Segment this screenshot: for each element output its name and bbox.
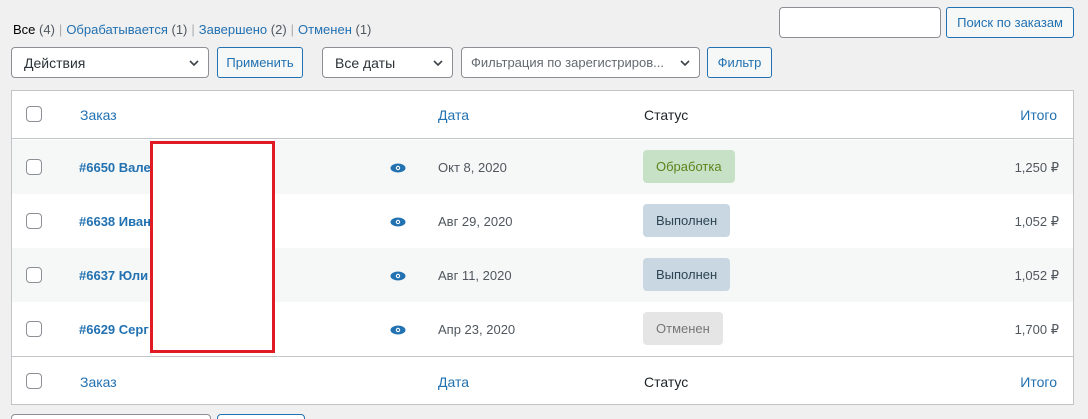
column-date[interactable]: Дата	[438, 374, 469, 390]
column-order[interactable]: Заказ	[80, 107, 117, 123]
status-badge: Выполнен	[643, 258, 731, 291]
status-badge: Обработка	[643, 150, 735, 183]
eye-icon[interactable]	[390, 270, 406, 282]
table-header: Заказ Дата Статус Итого	[12, 91, 1073, 139]
order-total: 1,700 ₽	[1014, 322, 1059, 337]
filter-processing-label: Обрабатывается	[66, 22, 168, 37]
select-all-checkbox[interactable]	[26, 373, 42, 389]
chevron-down-icon	[680, 60, 690, 67]
bulk-actions-value: Действия	[24, 54, 86, 71]
order-link[interactable]: #6650 Вале	[79, 160, 151, 175]
customer-filter-select[interactable]: Фильтрация по зарегистриров...	[461, 47, 700, 78]
order-link[interactable]: #6638 Иван	[79, 214, 151, 229]
filter-processing[interactable]: Обрабатывается (1)	[66, 22, 187, 37]
search-box: Поиск по заказам	[779, 7, 1074, 38]
redaction-box	[150, 141, 275, 353]
search-input[interactable]	[779, 7, 942, 38]
order-date: Окт 8, 2020	[438, 160, 507, 175]
search-orders-button[interactable]: Поиск по заказам	[946, 7, 1074, 38]
status-badge: Выполнен	[643, 204, 731, 237]
order-date: Авг 11, 2020	[438, 268, 512, 283]
column-status: Статус	[644, 107, 689, 123]
table-footer: Заказ Дата Статус Итого	[12, 356, 1073, 405]
filter-all-count: (4)	[39, 22, 55, 37]
column-date[interactable]: Дата	[438, 107, 469, 123]
eye-icon[interactable]	[390, 216, 406, 228]
filter-completed-label: Завершено	[198, 22, 268, 37]
filter-all-label: Все	[13, 22, 36, 37]
row-checkbox[interactable]	[26, 159, 42, 175]
order-link[interactable]: #6629 Серг	[79, 322, 149, 337]
row-checkbox[interactable]	[26, 267, 42, 283]
order-total: 1,052 ₽	[1014, 214, 1059, 229]
row-checkbox[interactable]	[26, 213, 42, 229]
column-status: Статус	[644, 374, 689, 390]
status-filter-links: Все (4) | Обрабатывается (1) | Завершено (2)…	[13, 22, 371, 37]
column-total[interactable]: Итого	[1020, 374, 1057, 390]
dates-select[interactable]: Все даты	[322, 47, 453, 78]
eye-icon[interactable]	[390, 162, 406, 174]
filter-button[interactable]: Фильтр	[707, 47, 772, 78]
filter-cancelled-count: (1)	[355, 22, 372, 37]
order-link[interactable]: #6637 Юли	[79, 268, 148, 283]
dates-value: Все даты	[335, 54, 396, 71]
order-date: Апр 23, 2020	[438, 322, 516, 337]
bulk-actions-select-bottom[interactable]	[11, 414, 211, 419]
chevron-down-icon	[189, 60, 199, 67]
bulk-actions-select[interactable]: Действия	[11, 47, 209, 78]
order-total: 1,250 ₽	[1014, 160, 1059, 175]
filter-cancelled[interactable]: Отменен (1)	[298, 22, 371, 37]
filter-separator: |	[58, 22, 63, 37]
filter-all[interactable]: Все (4)	[13, 22, 55, 37]
column-order[interactable]: Заказ	[80, 374, 117, 390]
order-date: Авг 29, 2020	[438, 214, 513, 229]
apply-button[interactable]: Применить	[217, 47, 303, 78]
eye-icon[interactable]	[390, 324, 406, 336]
filter-cancelled-label: Отменен	[298, 22, 352, 37]
filter-separator: |	[290, 22, 295, 37]
filter-separator: |	[191, 22, 195, 37]
column-total[interactable]: Итого	[1020, 107, 1057, 123]
tablenav-top: Действия Применить Все даты Фильтрация п…	[11, 47, 772, 78]
filter-completed[interactable]: Завершено (2)	[199, 22, 287, 37]
select-all-checkbox[interactable]	[26, 106, 42, 122]
chevron-down-icon	[433, 60, 443, 67]
order-total: 1,052 ₽	[1014, 268, 1059, 283]
apply-button-bottom[interactable]	[217, 414, 305, 419]
filter-processing-count: (1)	[171, 22, 188, 37]
filter-completed-count: (2)	[270, 22, 287, 37]
row-checkbox[interactable]	[26, 321, 42, 337]
status-badge: Отменен	[643, 312, 723, 345]
customer-filter-placeholder: Фильтрация по зарегистриров...	[471, 55, 664, 70]
